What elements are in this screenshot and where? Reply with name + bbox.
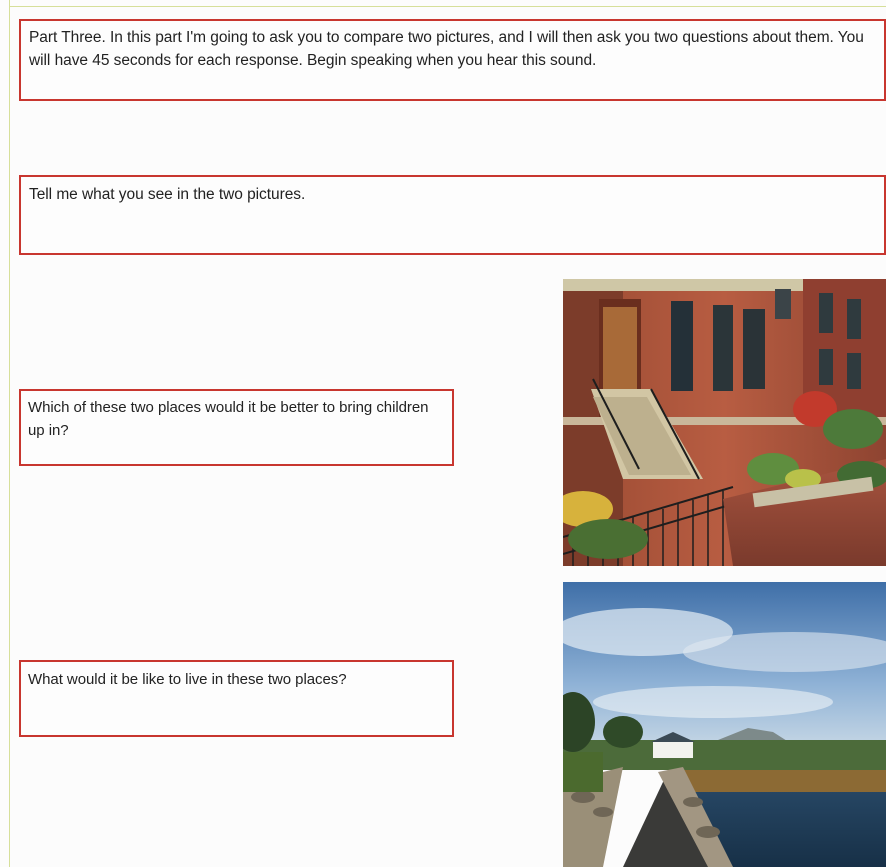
countryside-lake-photo — [563, 582, 886, 867]
page-left-rule — [9, 0, 10, 867]
townhouse-street-photo — [563, 279, 886, 566]
prompt-describe-text: Tell me what you see in the two pictures… — [29, 186, 306, 203]
prompt-box-children: Which of these two places would it be be… — [19, 389, 454, 466]
prompt-children-text: Which of these two places would it be be… — [28, 399, 429, 439]
prompt-box-living: What would it be like to live in these t… — [19, 660, 454, 737]
prompt-living-text: What would it be like to live in these t… — [28, 671, 347, 688]
instructions-box: Part Three. In this part I'm going to as… — [19, 19, 886, 101]
page-top-rule — [9, 6, 886, 7]
prompt-box-describe: Tell me what you see in the two pictures… — [19, 175, 886, 255]
instructions-text: Part Three. In this part I'm going to as… — [29, 29, 864, 69]
